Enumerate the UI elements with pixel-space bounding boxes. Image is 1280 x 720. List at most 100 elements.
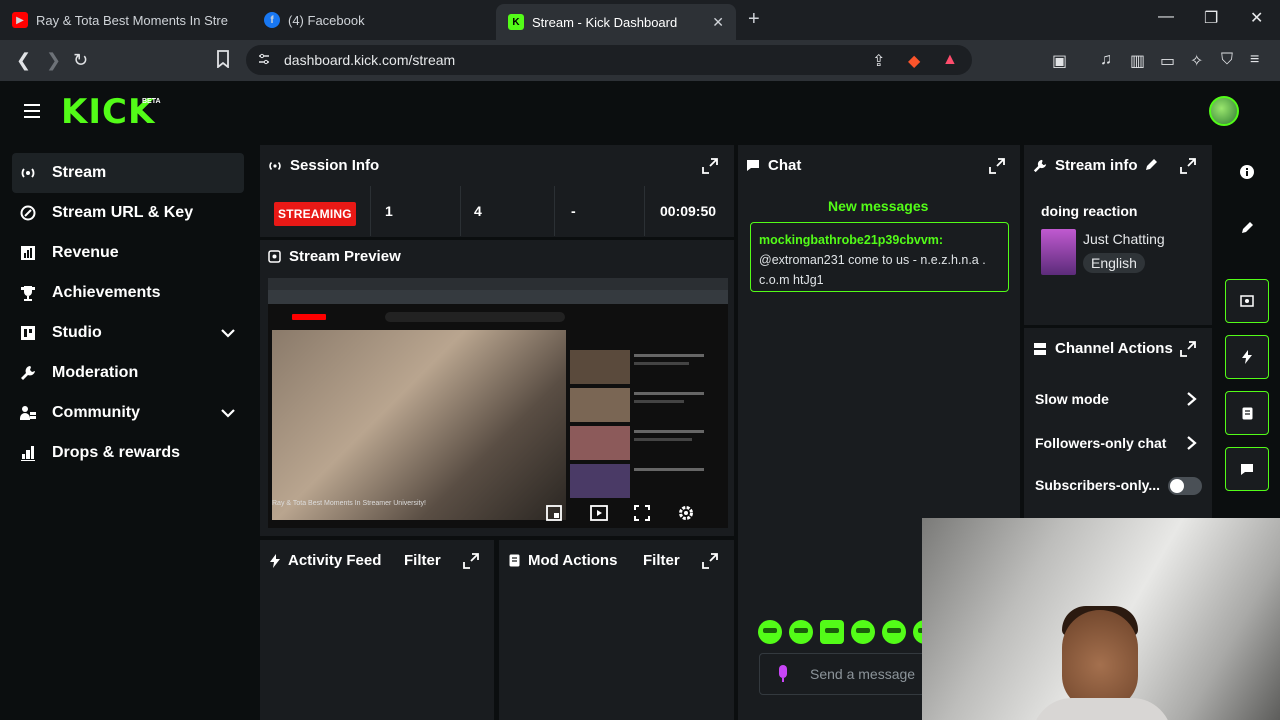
sidebar-item-drops-rewards[interactable]: Drops & rewards bbox=[12, 433, 244, 473]
thumbnail bbox=[570, 350, 630, 384]
new-tab-button[interactable]: + bbox=[748, 8, 760, 31]
stream-title-text: doing reaction bbox=[1041, 203, 1138, 219]
subscribers-only-toggle[interactable] bbox=[1168, 477, 1202, 495]
info-icon[interactable] bbox=[1225, 150, 1269, 194]
emote-icon[interactable] bbox=[851, 620, 875, 644]
sidebar-item-stream[interactable]: Stream bbox=[12, 153, 244, 193]
reload-button[interactable]: ↻ bbox=[73, 50, 88, 71]
back-button[interactable]: ❮ bbox=[16, 50, 31, 71]
popout-icon[interactable] bbox=[1180, 158, 1196, 174]
quick-emote-bar bbox=[758, 620, 937, 644]
tab-facebook[interactable]: f (4) Facebook bbox=[252, 0, 492, 40]
user-avatar[interactable] bbox=[1209, 96, 1239, 126]
fullscreen-icon[interactable] bbox=[634, 505, 652, 523]
webcam-person bbox=[1032, 698, 1172, 720]
category-thumbnail bbox=[1041, 229, 1076, 275]
vpn-icon[interactable]: ⛉ bbox=[1221, 51, 1233, 69]
youtube-logo bbox=[292, 314, 326, 320]
media-icon[interactable]: ♫ bbox=[1100, 51, 1112, 69]
bookmark-icon[interactable] bbox=[216, 50, 230, 73]
chevron-right-icon[interactable] bbox=[1186, 392, 1198, 406]
preview-toggle-icon[interactable] bbox=[1225, 279, 1269, 323]
mod-actions-toggle-icon[interactable] bbox=[1225, 391, 1269, 435]
category-name[interactable]: Just Chatting bbox=[1083, 231, 1165, 247]
popout-icon[interactable] bbox=[463, 553, 479, 569]
stream-preview-video[interactable] bbox=[268, 278, 728, 528]
sidebar-item-moderation[interactable]: Moderation bbox=[12, 353, 244, 393]
preview-recommendations bbox=[570, 350, 720, 500]
pip-icon[interactable] bbox=[546, 505, 564, 523]
hamburger-menu-icon[interactable] bbox=[24, 104, 40, 118]
sidebar-toggle-icon[interactable]: ▥ bbox=[1130, 51, 1145, 71]
activity-toggle-icon[interactable] bbox=[1225, 335, 1269, 379]
reader-icon[interactable]: ▣ bbox=[1052, 51, 1067, 71]
edit-pencil-icon[interactable] bbox=[1225, 206, 1269, 250]
url-bar[interactable]: dashboard.kick.com/stream bbox=[246, 45, 972, 75]
site-info-icon[interactable] bbox=[258, 53, 270, 65]
activity-filter-button[interactable]: Filter bbox=[404, 552, 441, 569]
forward-button[interactable]: ❯ bbox=[46, 50, 61, 71]
close-window-button[interactable]: ✕ bbox=[1250, 8, 1263, 28]
thumb-title bbox=[634, 392, 704, 395]
microphone-icon[interactable] bbox=[777, 665, 789, 683]
mod-filter-button[interactable]: Filter bbox=[643, 552, 680, 569]
link-icon bbox=[20, 205, 36, 221]
webcam-person bbox=[1062, 610, 1138, 710]
new-messages-indicator[interactable]: New messages bbox=[828, 198, 928, 214]
edit-pencil-icon[interactable] bbox=[1144, 158, 1160, 174]
sidebar-item-studio[interactable]: Studio bbox=[12, 313, 244, 353]
emote-icon[interactable] bbox=[789, 620, 813, 644]
kick-icon: K bbox=[508, 14, 524, 30]
tab-youtube[interactable]: ▶ Ray & Tota Best Moments In Stre bbox=[0, 0, 250, 40]
chat-bubble-icon bbox=[747, 160, 759, 171]
slow-mode-option[interactable]: Slow mode bbox=[1035, 391, 1109, 407]
preview-tab-strip bbox=[268, 278, 728, 290]
chat-message-text: @extroman231 come to us - n.e.z.h.n.a . … bbox=[759, 253, 986, 287]
popout-icon[interactable] bbox=[989, 158, 1005, 174]
gift-icon bbox=[21, 446, 35, 461]
chart-icon bbox=[21, 246, 35, 260]
chat-message[interactable]: mockingbathrobe21p39cbvvm: @extroman231 … bbox=[750, 222, 1009, 292]
minimize-button[interactable]: — bbox=[1158, 8, 1174, 26]
maximize-button[interactable]: ❐ bbox=[1204, 8, 1218, 28]
sidebar-item-stream-url-key[interactable]: Stream URL & Key bbox=[12, 193, 244, 233]
chevron-right-icon[interactable] bbox=[1186, 436, 1198, 450]
leo-ai-icon[interactable]: ✧ bbox=[1190, 51, 1203, 71]
preview-main-video bbox=[272, 330, 566, 520]
chevron-down-icon[interactable] bbox=[220, 325, 236, 341]
share-icon[interactable]: ⇪ bbox=[872, 51, 885, 71]
brave-shields-icon[interactable]: ◆ bbox=[908, 51, 920, 71]
facebook-icon: f bbox=[264, 12, 280, 28]
popout-icon[interactable] bbox=[702, 553, 718, 569]
settings-gear-icon[interactable] bbox=[678, 505, 696, 523]
browser-tab-strip: ▶ Ray & Tota Best Moments In Stre f (4) … bbox=[0, 0, 1280, 40]
clipboard-icon bbox=[509, 554, 520, 567]
theater-mode-icon[interactable] bbox=[590, 505, 608, 523]
emote-icon[interactable] bbox=[820, 620, 844, 644]
chat-toggle-icon[interactable] bbox=[1225, 447, 1269, 491]
close-tab-icon[interactable]: ✕ bbox=[712, 14, 724, 31]
emote-icon[interactable] bbox=[758, 620, 782, 644]
divider bbox=[460, 186, 461, 236]
sidebar-item-revenue[interactable]: Revenue bbox=[12, 233, 244, 273]
sidebar-item-label: Achievements bbox=[52, 284, 161, 301]
activity-feed-title: Activity Feed bbox=[270, 552, 381, 569]
sidebar-item-achievements[interactable]: Achievements bbox=[12, 273, 244, 313]
emote-icon[interactable] bbox=[882, 620, 906, 644]
wallet-icon[interactable]: ▭ bbox=[1160, 51, 1175, 71]
popout-icon[interactable] bbox=[1180, 341, 1196, 357]
grid-icon bbox=[1034, 342, 1046, 355]
menu-icon[interactable]: ≡ bbox=[1250, 51, 1259, 69]
chat-username[interactable]: mockingbathrobe21p39cbvvm: bbox=[759, 233, 943, 247]
camera-icon bbox=[268, 250, 281, 263]
sidebar-item-community[interactable]: Community bbox=[12, 393, 244, 433]
rewards-icon[interactable]: ▲ bbox=[942, 51, 958, 69]
followers-only-option[interactable]: Followers-only chat bbox=[1035, 435, 1166, 451]
stream-info-title: Stream info bbox=[1033, 157, 1138, 174]
chevron-down-icon[interactable] bbox=[220, 405, 236, 421]
subscriber-count: - bbox=[571, 203, 576, 219]
tab-kick-dashboard[interactable]: K Stream - Kick Dashboard ✕ bbox=[496, 4, 736, 40]
chat-title: Chat bbox=[746, 157, 801, 174]
popout-icon[interactable] bbox=[702, 158, 718, 174]
beta-badge: BETA bbox=[142, 98, 161, 105]
